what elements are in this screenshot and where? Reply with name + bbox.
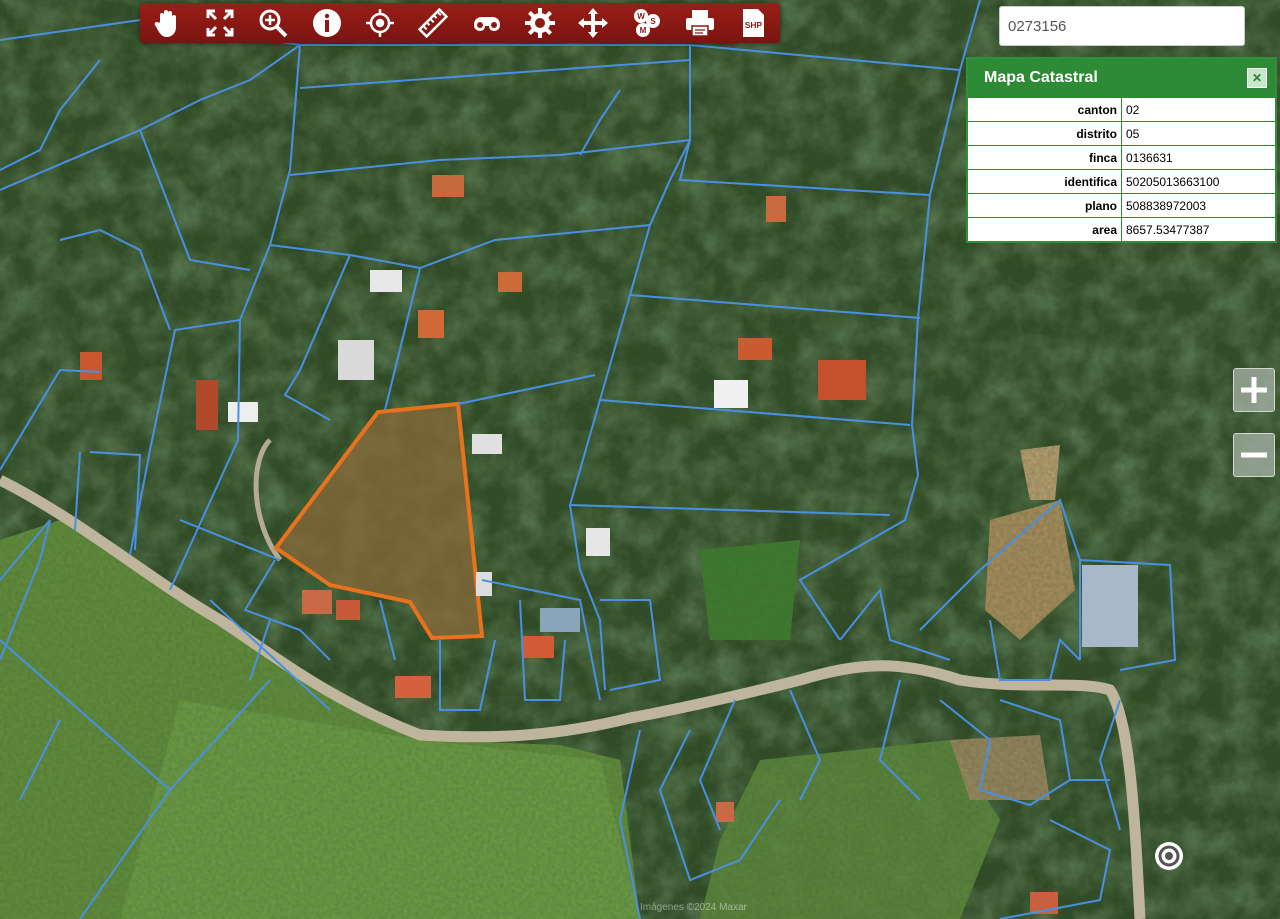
attribute-table: canton 02 distrito 05 finca 0136631 identif… [968, 97, 1275, 241]
measure-tool-button[interactable] [411, 3, 455, 43]
row-key: finca [968, 145, 1122, 170]
map-attribution: Imágenes ©2024 Maxar [640, 902, 747, 913]
plus-icon [1241, 377, 1267, 403]
table-row: area 8657.53477387 [968, 217, 1275, 241]
row-key: canton [968, 97, 1122, 122]
row-value: 50205013663100 [1121, 169, 1275, 194]
row-key: identifica [968, 169, 1122, 194]
row-value: 05 [1121, 121, 1275, 146]
svg-text:W: W [637, 12, 645, 21]
row-key: distrito [968, 121, 1122, 146]
printer-icon [685, 10, 714, 37]
ruler-icon [418, 7, 449, 39]
move-arrows-icon [578, 8, 609, 38]
crosshair-icon [365, 9, 394, 37]
close-icon[interactable]: ✕ [1247, 68, 1267, 88]
pan-tool-button[interactable] [145, 3, 189, 43]
svg-text:M: M [639, 26, 646, 35]
panel-title: Mapa Catastral [984, 69, 1098, 86]
row-key: plano [968, 193, 1122, 218]
street-view-tool-button[interactable] [465, 3, 509, 43]
svg-text:S: S [650, 17, 656, 26]
panel-header: Mapa Catastral ✕ [968, 59, 1275, 97]
table-row: identifica 50205013663100 [968, 169, 1275, 194]
info-icon [312, 9, 341, 37]
row-value: 0136631 [1121, 145, 1275, 170]
row-value: 508838972003 [1121, 193, 1275, 218]
shp-tool-button[interactable]: SHP [731, 3, 775, 43]
expand-icon [206, 9, 234, 37]
locate-tool-button[interactable] [358, 3, 402, 43]
search-input[interactable] [999, 6, 1245, 46]
magnifier-plus-icon [259, 9, 288, 38]
hand-icon [154, 10, 176, 37]
map-toolbar: WSM SHP [140, 3, 780, 43]
table-row: finca 0136631 [968, 145, 1275, 170]
geolocate-icon[interactable] [1153, 840, 1185, 872]
table-row: canton 02 [968, 97, 1275, 122]
minus-icon [1241, 452, 1267, 458]
full-extent-tool-button[interactable] [198, 3, 242, 43]
zoom-out-button[interactable] [1233, 433, 1275, 477]
zoom-in-tool-button[interactable] [251, 3, 295, 43]
svg-text:SHP: SHP [745, 20, 763, 30]
table-row: plano 508838972003 [968, 193, 1275, 218]
print-tool-button[interactable] [678, 3, 722, 43]
shp-file-icon: SHP [743, 9, 765, 37]
identify-tool-button[interactable] [305, 3, 349, 43]
wms-tool-button[interactable]: WSM [625, 3, 669, 43]
row-value: 8657.53477387 [1121, 217, 1275, 241]
zoom-in-button[interactable] [1233, 368, 1275, 412]
wms-icon: WSM [633, 9, 660, 37]
row-key: area [968, 217, 1122, 241]
row-value: 02 [1121, 97, 1275, 122]
settings-tool-button[interactable] [518, 3, 562, 43]
binoculars-icon [473, 17, 500, 31]
info-panel: Mapa Catastral ✕ canton 02 distrito 05 fin… [966, 57, 1277, 243]
table-row: distrito 05 [968, 121, 1275, 146]
move-tool-button[interactable] [571, 3, 615, 43]
gear-icon [524, 8, 555, 38]
